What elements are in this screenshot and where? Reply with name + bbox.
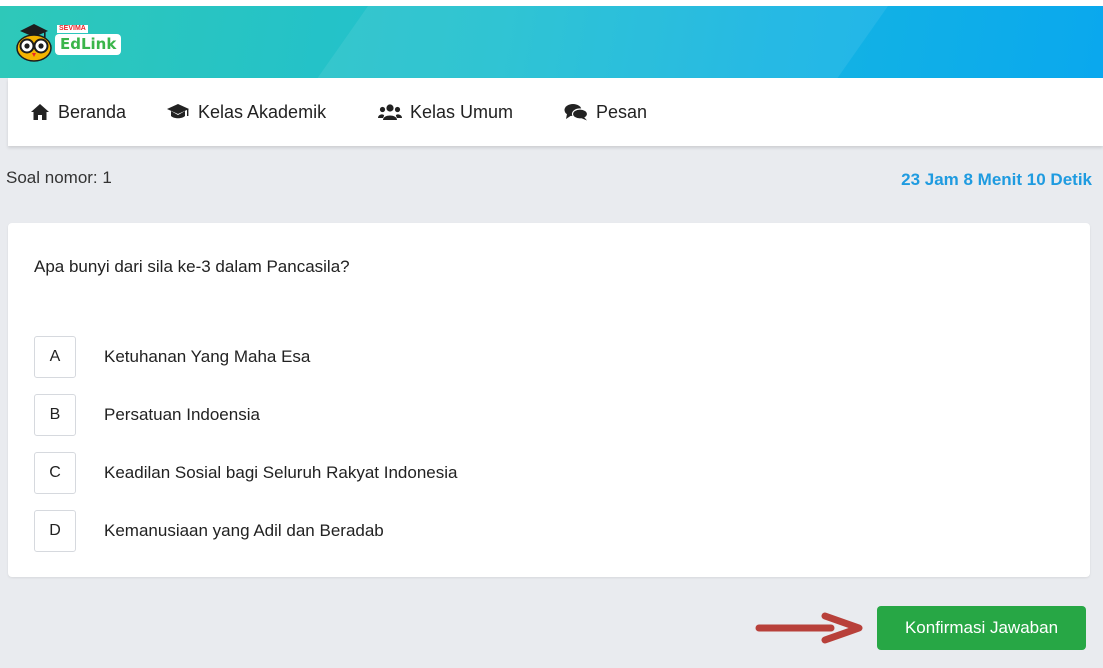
logo-tag: SEVIMA (57, 25, 88, 33)
main-nav: Beranda Kelas Akademik Kelas Umum Pesan (8, 78, 1103, 146)
confirm-answer-button[interactable]: Konfirmasi Jawaban (877, 606, 1086, 650)
header-sheen (283, 6, 917, 78)
option-a[interactable]: A Ketuhanan Yang Maha Esa (34, 334, 310, 380)
option-text-a: Ketuhanan Yang Maha Esa (104, 347, 311, 366)
option-text-d: Kemanusiaan yang Adil dan Beradab (104, 521, 384, 540)
question-card: Apa bunyi dari sila ke-3 dalam Pancasila… (8, 223, 1090, 577)
nav-label-kelas-umum: Kelas Umum (410, 101, 514, 122)
owl-logo-icon (16, 24, 52, 62)
users-icon (378, 104, 402, 120)
option-key-c[interactable]: C (34, 452, 76, 494)
home-icon (31, 104, 49, 120)
nav-label-beranda: Beranda (58, 101, 127, 122)
option-d[interactable]: D Kemanusiaan yang Adil dan Beradab (34, 508, 384, 554)
comments-icon (564, 104, 588, 121)
option-text-b: Persatuan Indoensia (104, 405, 260, 424)
option-b[interactable]: B Persatuan Indoensia (34, 392, 260, 438)
nav-label-kelas-akademik: Kelas Akademik (198, 101, 327, 122)
nav-label-pesan: Pesan (596, 101, 648, 122)
option-text-c: Keadilan Sosial bagi Seluruh Rakyat Indo… (104, 463, 458, 482)
option-key-d[interactable]: D (34, 510, 76, 552)
option-key-a[interactable]: A (34, 336, 76, 378)
nav-item-kelas-umum[interactable]: Kelas Umum (378, 78, 513, 146)
nav-item-beranda[interactable]: Beranda (30, 78, 126, 146)
option-c[interactable]: C Keadilan Sosial bagi Seluruh Rakyat In… (34, 450, 457, 496)
nav-item-kelas-akademik[interactable]: Kelas Akademik (166, 78, 326, 146)
red-arrow-icon (755, 612, 863, 644)
logo-brand-text: EdLink (55, 34, 122, 55)
question-number: Soal nomor: 1 (6, 168, 112, 187)
app-header: SEVIMA EdLink (0, 6, 1103, 78)
nav-item-pesan[interactable]: Pesan (564, 78, 647, 146)
option-key-b[interactable]: B (34, 394, 76, 436)
graduation-cap-icon (167, 104, 189, 119)
edlink-logo[interactable]: SEVIMA EdLink (14, 24, 122, 64)
countdown-timer: 23 Jam 8 Menit 10 Detik (901, 170, 1092, 189)
question-text: Apa bunyi dari sila ke-3 dalam Pancasila… (34, 257, 350, 276)
